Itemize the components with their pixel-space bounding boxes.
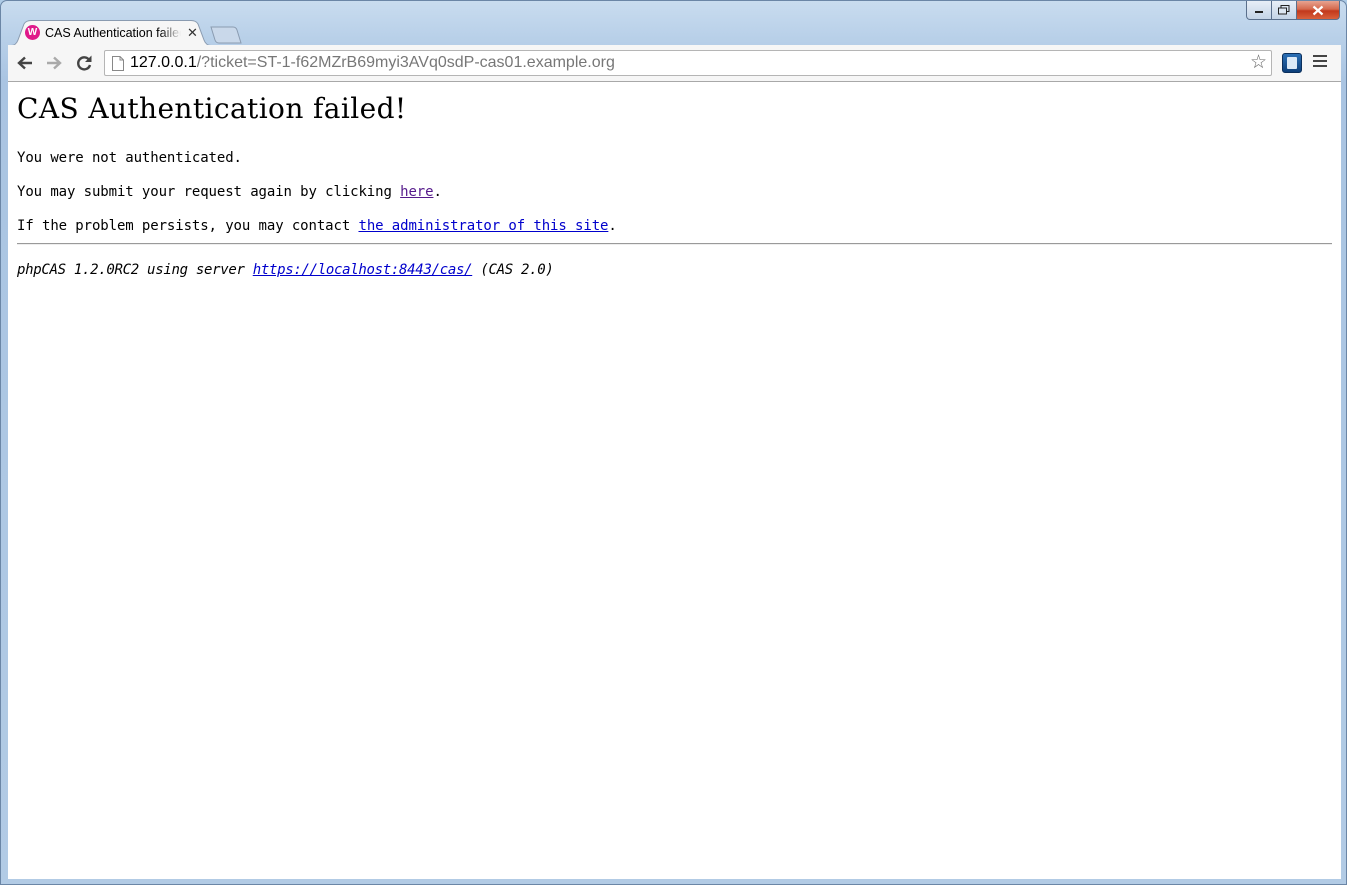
resubmit-prefix: You may submit your request again by cli… bbox=[17, 184, 401, 200]
browser-toolbar: 127.0.0.1/?ticket=ST-1-f62MZrB69myi3AVq0… bbox=[8, 45, 1341, 82]
address-bar[interactable]: 127.0.0.1/?ticket=ST-1-f62MZrB69myi3AVq0… bbox=[104, 50, 1272, 76]
url-text[interactable]: 127.0.0.1/?ticket=ST-1-f62MZrB69myi3AVq0… bbox=[130, 54, 615, 72]
minimize-icon bbox=[1255, 11, 1263, 13]
contact-prefix: If the problem persists, you may contact bbox=[17, 218, 359, 234]
divider bbox=[17, 243, 1332, 245]
here-link[interactable]: here bbox=[400, 184, 433, 200]
restore-icon bbox=[1278, 5, 1290, 15]
page-icon bbox=[112, 56, 124, 71]
administrator-link[interactable]: the administrator of this site bbox=[358, 218, 608, 234]
url-host: 127.0.0.1 bbox=[130, 54, 197, 71]
browser-window: W CAS Authentication failed! ✕ 127.0.0.1… bbox=[0, 0, 1347, 885]
forward-arrow-icon bbox=[47, 56, 62, 70]
close-icon bbox=[1312, 5, 1324, 15]
maximize-button[interactable] bbox=[1272, 1, 1297, 20]
minimize-button[interactable] bbox=[1246, 1, 1272, 20]
tab-close-icon[interactable]: ✕ bbox=[187, 25, 198, 40]
menu-icon[interactable] bbox=[1313, 55, 1327, 70]
bookmark-star-icon[interactable]: ☆ bbox=[1250, 53, 1267, 73]
tab-title: CAS Authentication failed! bbox=[45, 26, 181, 40]
contact-admin-text: If the problem persists, you may contact… bbox=[17, 218, 617, 234]
resubmit-suffix: . bbox=[433, 184, 442, 200]
footer-prefix: phpCAS 1.2.0RC2 using server bbox=[17, 262, 253, 278]
reload-button[interactable] bbox=[74, 53, 94, 73]
page-content: CAS Authentication failed! You were not … bbox=[8, 82, 1341, 879]
wamp-favicon-icon: W bbox=[25, 25, 40, 40]
footer-suffix: (CAS 2.0) bbox=[472, 262, 554, 278]
back-arrow-icon bbox=[17, 56, 32, 70]
reload-icon bbox=[77, 55, 92, 71]
extension-icon[interactable] bbox=[1282, 53, 1302, 73]
back-button[interactable] bbox=[15, 53, 35, 73]
url-path: /?ticket=ST-1-f62MZrB69myi3AVq0sdP-cas01… bbox=[196, 54, 615, 71]
phpcas-footer: phpCAS 1.2.0RC2 using server https://loc… bbox=[17, 262, 554, 278]
not-authenticated-text: You were not authenticated. bbox=[17, 150, 242, 166]
forward-button[interactable] bbox=[44, 53, 64, 73]
close-window-button[interactable] bbox=[1297, 1, 1340, 20]
new-tab-button[interactable] bbox=[209, 26, 243, 44]
page-title: CAS Authentication failed! bbox=[17, 92, 407, 125]
window-caption-buttons bbox=[1246, 1, 1340, 21]
cas-server-link[interactable]: https://localhost:8443/cas/ bbox=[253, 262, 473, 278]
resubmit-text: You may submit your request again by cli… bbox=[17, 184, 442, 200]
tab-active[interactable]: W CAS Authentication failed! ✕ bbox=[11, 20, 211, 46]
contact-suffix: . bbox=[608, 218, 617, 234]
